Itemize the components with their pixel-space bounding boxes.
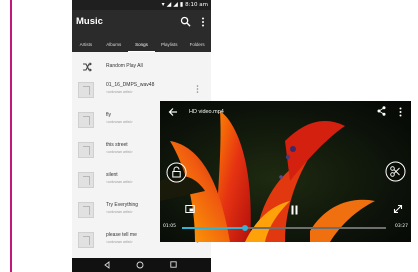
music-note-icon <box>78 112 94 128</box>
song-artist: <unknown artist> <box>106 90 133 94</box>
current-time: 01:05 <box>163 224 176 229</box>
song-artist: <unknown artist> <box>106 120 133 124</box>
tab-bar: Artists Albums Songs Playlists Folders <box>72 37 211 52</box>
video-top-bar: HD video.mp4 <box>160 101 411 123</box>
more-icon[interactable] <box>201 17 205 27</box>
tab-albums[interactable]: Albums <box>100 37 128 52</box>
song-artist: <unknown artist> <box>106 150 133 154</box>
more-icon[interactable] <box>399 107 402 117</box>
signal-icon: ◢ <box>166 2 172 8</box>
music-note-icon <box>78 202 94 218</box>
song-title: fly <box>106 112 111 118</box>
tab-playlists[interactable]: Playlists <box>155 37 183 52</box>
random-play-all-label: Random Play All <box>106 63 143 69</box>
tab-folders[interactable]: Folders <box>183 37 211 52</box>
side-accent-line <box>10 0 12 272</box>
random-play-all-row[interactable]: Random Play All <box>72 57 211 77</box>
music-note-icon <box>78 82 94 98</box>
share-icon[interactable] <box>377 106 386 116</box>
app-bar: Music <box>72 10 211 37</box>
song-title: Try Everything <box>106 202 139 208</box>
signal-icon-2: ◢ <box>173 2 178 8</box>
system-nav-bar <box>72 258 211 272</box>
song-title: please tell me <box>106 232 137 238</box>
video-title: HD video.mp4 <box>189 109 224 115</box>
seek-bar[interactable] <box>182 224 386 231</box>
list-item[interactable]: 01_16_DMPS_wav48 <unknown artist> <box>72 80 211 103</box>
back-icon[interactable] <box>168 107 178 117</box>
status-icons: ▾ ◢ ◢ ▮ 8:10 am <box>162 1 208 9</box>
video-player[interactable]: HD video.mp4 01:05 03:27 <box>160 101 411 242</box>
fullscreen-icon[interactable] <box>393 204 403 214</box>
seek-progress <box>182 227 246 229</box>
song-title: silent <box>106 172 118 178</box>
nav-back-icon[interactable] <box>103 261 111 269</box>
music-note-icon <box>78 232 94 248</box>
picture-in-picture-icon[interactable] <box>185 204 195 214</box>
music-note-icon <box>78 172 94 188</box>
tab-artists[interactable]: Artists <box>72 37 100 52</box>
shuffle-icon <box>83 62 92 72</box>
music-note-icon <box>78 142 94 158</box>
status-time: 8:10 am <box>185 2 208 8</box>
status-bar: ▾ ◢ ◢ ▮ 8:10 am <box>72 0 211 10</box>
app-title: Music <box>76 16 103 27</box>
wifi-icon: ▾ <box>161 2 165 8</box>
cut-icon[interactable] <box>385 161 406 182</box>
song-title: 01_16_DMPS_wav48 <box>106 82 155 88</box>
lock-icon[interactable] <box>166 162 187 183</box>
pause-icon[interactable] <box>290 205 299 215</box>
more-icon[interactable] <box>196 85 199 93</box>
song-artist: <unknown artist> <box>106 210 133 214</box>
nav-home-icon[interactable] <box>136 261 144 269</box>
total-time: 03:27 <box>395 224 408 229</box>
song-artist: <unknown artist> <box>106 240 133 244</box>
nav-recent-apps-icon[interactable] <box>170 261 177 268</box>
seek-handle[interactable] <box>242 224 249 231</box>
song-artist: <unknown artist> <box>106 180 133 184</box>
search-icon[interactable] <box>180 16 191 27</box>
song-title: this street <box>106 142 128 148</box>
tab-songs[interactable]: Songs <box>127 37 156 52</box>
battery-icon: ▮ <box>179 2 184 8</box>
